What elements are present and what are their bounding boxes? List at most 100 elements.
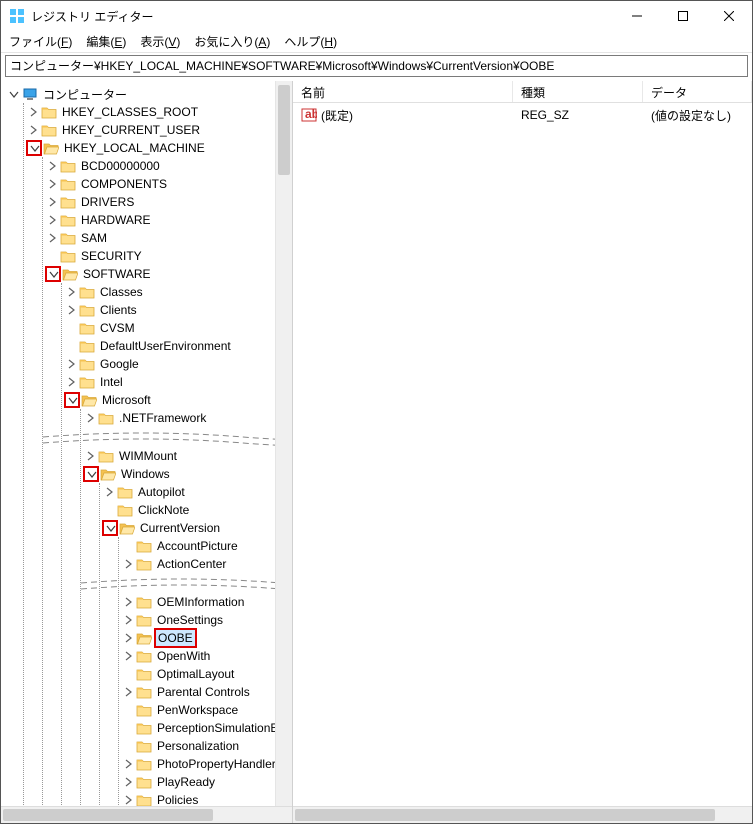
address-bar[interactable]: コンピューター¥HKEY_LOCAL_MACHINE¥SOFTWARE¥Micr… [5, 55, 748, 77]
tree-item[interactable]: OptimalLayout [121, 665, 292, 683]
tree-item[interactable]: Classes [64, 283, 292, 301]
tree-item[interactable]: WIMMount [83, 447, 292, 465]
folder-icon [136, 539, 152, 553]
tree-item[interactable]: Parental Controls [121, 683, 292, 701]
folder-icon [41, 105, 57, 119]
column-kind[interactable]: 種類 [513, 81, 643, 102]
value-row[interactable]: (既定) REG_SZ (値の設定なし) [293, 105, 752, 125]
folder-icon [79, 357, 95, 371]
tree-item[interactable]: PlayReady [121, 773, 292, 791]
tree-vertical-scrollbar[interactable] [275, 81, 292, 806]
expand-software[interactable] [45, 266, 61, 282]
folder-icon [136, 721, 152, 735]
folder-icon [79, 339, 95, 353]
tree-root[interactable]: コンピューター [7, 85, 292, 103]
folder-icon [136, 667, 152, 681]
menu-favorites[interactable]: お気に入り(A) [194, 33, 270, 50]
values-horizontal-scrollbar[interactable] [293, 806, 752, 823]
registry-editor-window: レジストリ エディター ファイル(F) 編集(E) 表示(V) お気に入り(A)… [0, 0, 753, 824]
value-data: (値の設定なし) [643, 107, 752, 124]
tree-currentversion[interactable]: CurrentVersion [102, 519, 292, 537]
tree-item[interactable]: ClickNote [102, 501, 292, 519]
registry-tree[interactable]: コンピューター HKEY_CLASSES_ROOT HK [1, 81, 292, 823]
tree-windows[interactable]: Windows [83, 465, 292, 483]
tree-item[interactable]: .NETFramework [83, 409, 292, 427]
tree-item[interactable]: OpenWith [121, 647, 292, 665]
folder-icon [60, 213, 76, 227]
tree-item[interactable]: CVSM [64, 319, 292, 337]
values-pane: 名前 種類 データ (既定) REG_SZ (値の設定なし) [293, 81, 752, 823]
window-title: レジストリ エディター [31, 8, 614, 25]
computer-icon [22, 87, 38, 101]
value-kind: REG_SZ [513, 108, 643, 122]
folder-icon [98, 449, 114, 463]
menu-help[interactable]: ヘルプ(H) [284, 33, 337, 50]
tree-software[interactable]: SOFTWARE [45, 265, 292, 283]
tree-item[interactable]: ActionCenter [121, 555, 292, 573]
tree-item[interactable]: OneSettings [121, 611, 292, 629]
tree-item[interactable]: PenWorkspace [121, 701, 292, 719]
folder-icon [136, 775, 152, 789]
tree- item[interactable]: Personalization [121, 737, 292, 755]
tree-item[interactable]: PhotoPropertyHandler [121, 755, 292, 773]
expand-currentversion[interactable] [102, 520, 118, 536]
folder-icon [41, 123, 57, 137]
folder-icon [117, 485, 133, 499]
tree-item[interactable]: Autopilot [102, 483, 292, 501]
folder-icon [79, 375, 95, 389]
tree-item[interactable]: Clients [64, 301, 292, 319]
folder-icon [79, 285, 95, 299]
tree-item[interactable]: HARDWARE [45, 211, 292, 229]
folder-icon [136, 595, 152, 609]
folder-icon [79, 303, 95, 317]
tree-item[interactable]: OEMInformation [121, 593, 292, 611]
section-break [83, 427, 292, 447]
expand-windows[interactable] [83, 466, 99, 482]
folder-icon [60, 159, 76, 173]
folder-icon [136, 557, 152, 571]
tree-item[interactable]: AccountPicture [121, 537, 292, 555]
tree-horizontal-scrollbar[interactable] [1, 806, 292, 823]
menu-edit[interactable]: 編集(E) [86, 33, 126, 50]
tree-item[interactable]: Google [64, 355, 292, 373]
folder-icon [60, 231, 76, 245]
folder-open-icon [43, 141, 59, 155]
folder-icon [98, 411, 114, 425]
folder-open-icon [100, 467, 116, 481]
tree-item[interactable]: DefaultUserEnvironment [64, 337, 292, 355]
maximize-button[interactable] [660, 1, 706, 31]
folder-icon [60, 177, 76, 191]
menu-view[interactable]: 表示(V) [140, 33, 180, 50]
main-split: コンピューター HKEY_CLASSES_ROOT HK [1, 81, 752, 823]
column-name[interactable]: 名前 [293, 81, 513, 102]
close-button[interactable] [706, 1, 752, 31]
tree-item[interactable]: PerceptionSimulationExt [121, 719, 292, 737]
folder-icon [136, 739, 152, 753]
title-bar[interactable]: レジストリ エディター [1, 1, 752, 31]
tree-item[interactable]: SAM [45, 229, 292, 247]
tree-item[interactable]: BCD00000000 [45, 157, 292, 175]
expand-microsoft[interactable] [64, 392, 80, 408]
tree-hklm[interactable]: HKEY_LOCAL_MACHINE [26, 139, 292, 157]
folder-open-icon [62, 267, 78, 281]
tree-item[interactable]: DRIVERS [45, 193, 292, 211]
folder-icon [60, 195, 76, 209]
tree-microsoft[interactable]: Microsoft [64, 391, 292, 409]
folder-icon [136, 613, 152, 627]
tree-hkcu[interactable]: HKEY_CURRENT_USER [26, 121, 292, 139]
expand-hklm[interactable] [26, 140, 42, 156]
column-data[interactable]: データ [643, 81, 752, 102]
tree-item[interactable]: Intel [64, 373, 292, 391]
values-list[interactable]: (既定) REG_SZ (値の設定なし) [293, 103, 752, 127]
string-value-icon [301, 107, 317, 123]
menu-file[interactable]: ファイル(F) [9, 33, 72, 50]
folder-open-icon [136, 631, 152, 645]
tree-oobe[interactable]: OOBE [121, 629, 292, 647]
tree-item[interactable]: COMPONENTS [45, 175, 292, 193]
values-header: 名前 種類 データ [293, 81, 752, 103]
tree-hkcr[interactable]: HKEY_CLASSES_ROOT [26, 103, 292, 121]
section-break [121, 573, 292, 593]
tree-item[interactable]: SECURITY [45, 247, 292, 265]
folder-icon [60, 249, 76, 263]
minimize-button[interactable] [614, 1, 660, 31]
